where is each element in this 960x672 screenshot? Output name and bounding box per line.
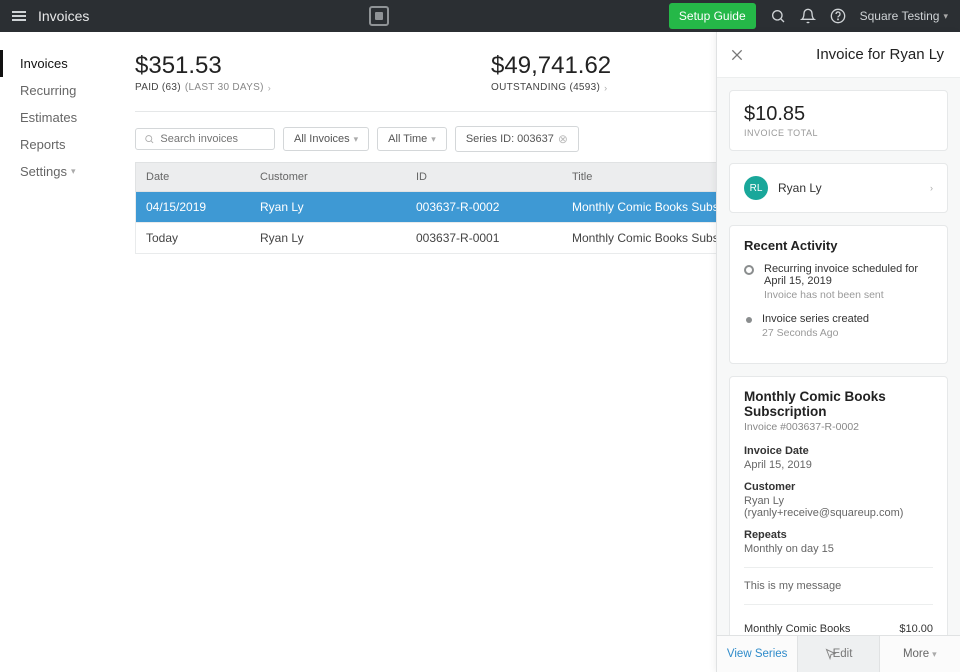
edit-button[interactable]: Edit — [797, 636, 879, 672]
sidebar: Invoices Recurring Estimates Reports Set… — [0, 32, 115, 672]
search-input[interactable] — [160, 133, 266, 145]
detail-panel: Invoice for Ryan Ly $10.85 INVOICE TOTAL… — [716, 32, 960, 672]
filter-series-chip[interactable]: Series ID: 003637⊗ — [455, 126, 579, 152]
clear-filter-icon[interactable]: ⊗ — [558, 132, 568, 146]
stat-paid: $351.53 PAID (63) (LAST 30 DAYS) › — [135, 52, 271, 93]
stat-outstanding: $49,741.62 OUTSTANDING (4593) › — [491, 52, 611, 93]
search-icon — [144, 133, 154, 145]
help-icon[interactable] — [830, 8, 846, 24]
sidebar-item-reports[interactable]: Reports — [20, 131, 115, 158]
paid-amount: $351.53 — [135, 52, 271, 80]
more-button[interactable]: More ▾ — [880, 636, 960, 672]
activity-item: Invoice series created 27 Seconds Ago — [744, 313, 933, 339]
customer-card[interactable]: RL Ryan Ly › — [729, 163, 948, 213]
menu-icon[interactable] — [12, 11, 26, 21]
view-series-button[interactable]: View Series — [717, 636, 797, 672]
details-card: Monthly Comic Books Subscription Invoice… — [729, 376, 948, 635]
close-icon[interactable] — [729, 47, 745, 63]
invoice-name: Monthly Comic Books Subscription — [744, 389, 933, 419]
invoice-total-amount: $10.85 — [744, 103, 933, 126]
sidebar-item-settings[interactable]: Settings▾ — [20, 158, 115, 185]
account-label: Square Testing — [860, 9, 940, 23]
line-item: Monthly Comic Books $10.00 — [744, 617, 933, 635]
invoice-message: This is my message — [744, 580, 933, 592]
sidebar-item-estimates[interactable]: Estimates — [20, 104, 115, 131]
th-date: Date — [136, 163, 250, 191]
invoice-total-card: $10.85 INVOICE TOTAL — [729, 90, 948, 151]
chevron-down-icon: ▾ — [71, 166, 76, 177]
square-logo-icon — [369, 6, 389, 26]
paid-sublabel[interactable]: PAID (63) (LAST 30 DAYS) › — [135, 82, 271, 93]
chevron-down-icon: ▾ — [932, 649, 937, 660]
repeats-value: Monthly on day 15 — [744, 543, 933, 555]
activity-item: Recurring invoice scheduled for April 15… — [744, 263, 933, 301]
panel-title: Invoice for Ryan Ly — [755, 46, 944, 63]
th-customer: Customer — [250, 163, 406, 191]
filter-all-invoices[interactable]: All Invoices▾ — [283, 127, 369, 151]
bell-icon[interactable] — [800, 8, 816, 24]
chevron-right-icon: › — [604, 83, 607, 93]
filter-all-time[interactable]: All Time▾ — [377, 127, 447, 151]
avatar: RL — [744, 176, 768, 200]
chevron-right-icon: › — [268, 83, 271, 93]
sidebar-item-invoices[interactable]: Invoices — [20, 50, 115, 77]
invoice-date-label: Invoice Date — [744, 445, 933, 457]
chevron-down-icon: ▾ — [354, 134, 359, 145]
app-title: Invoices — [38, 8, 89, 24]
setup-guide-button[interactable]: Setup Guide — [669, 3, 756, 29]
search-input-wrapper[interactable] — [135, 128, 275, 150]
invoice-date-value: April 15, 2019 — [744, 459, 933, 471]
panel-footer: View Series Edit More ▾ — [717, 635, 960, 672]
activity-card: Recent Activity Recurring invoice schedu… — [729, 225, 948, 364]
invoice-total-label: INVOICE TOTAL — [744, 128, 933, 138]
outstanding-sublabel[interactable]: OUTSTANDING (4593) › — [491, 82, 611, 93]
customer-name: Ryan Ly — [778, 181, 920, 195]
invoice-number: Invoice #003637-R-0002 — [744, 421, 933, 433]
sidebar-item-recurring[interactable]: Recurring — [20, 77, 115, 104]
activity-ring-icon — [744, 265, 754, 275]
account-menu[interactable]: Square Testing ▾ — [860, 9, 948, 23]
activity-dot-icon — [746, 317, 752, 323]
chevron-down-icon: ▾ — [431, 134, 436, 145]
th-id: ID — [406, 163, 562, 191]
topbar: Invoices Setup Guide Square Testing ▾ — [0, 0, 960, 32]
customer-label: Customer — [744, 481, 933, 493]
search-icon[interactable] — [770, 8, 786, 24]
outstanding-amount: $49,741.62 — [491, 52, 611, 80]
activity-heading: Recent Activity — [744, 238, 933, 253]
chevron-down-icon: ▾ — [943, 11, 948, 22]
chevron-right-icon: › — [930, 183, 933, 193]
customer-value: Ryan Ly (ryanly+receive@squareup.com) — [744, 495, 933, 519]
repeats-label: Repeats — [744, 529, 933, 541]
